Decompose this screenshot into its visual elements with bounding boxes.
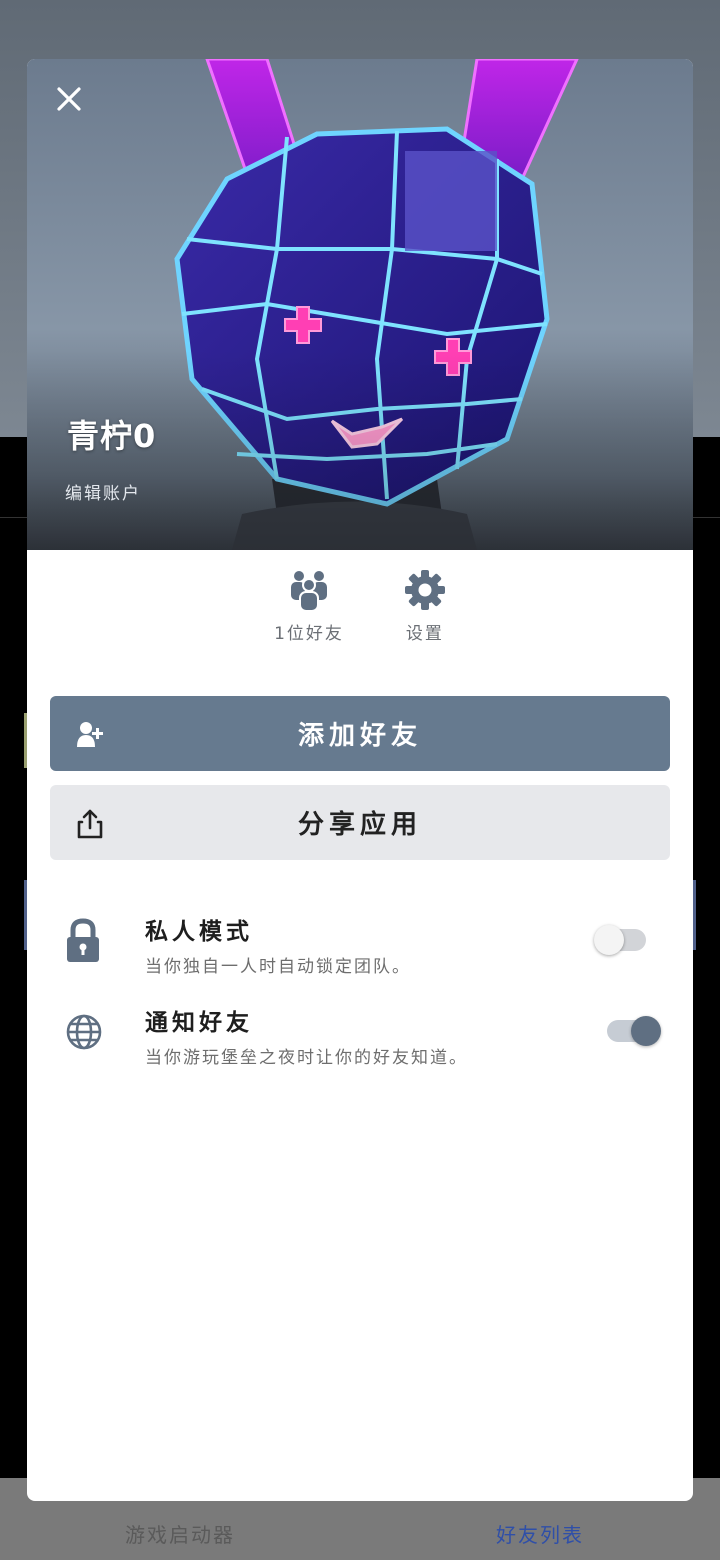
lock-icon (67, 918, 99, 962)
share-icon (77, 809, 103, 839)
setting-private-mode: 私人模式 当你独自一人时自动锁定团队。 (27, 912, 693, 992)
private-mode-title: 私人模式 (145, 919, 253, 945)
account-modal: 青柠0 编辑账户 1位好友 设置 添加好友 分享应用 私人模式 当你独自一人时自… (27, 59, 693, 1501)
close-button[interactable] (49, 79, 89, 119)
private-mode-description: 当你独自一人时自动锁定团队。 (145, 957, 411, 977)
friends-icon (290, 571, 327, 611)
settings-label: 设置 (405, 624, 444, 644)
setting-notify-friends: 通知好友 当你游玩堡垒之夜时让你的好友知道。 (27, 1003, 693, 1083)
quick-actions: 1位好友 设置 (27, 569, 693, 644)
friends-count-button[interactable]: 1位好友 (274, 569, 344, 644)
globe-icon (66, 1014, 102, 1050)
notify-friends-toggle[interactable] (607, 1016, 661, 1046)
username: 青柠0 (67, 417, 157, 455)
nav-item-label: 好友列表 (496, 1523, 584, 1547)
private-mode-toggle[interactable] (594, 925, 646, 955)
add-person-icon (77, 722, 103, 747)
settings-button[interactable]: 设置 (404, 569, 446, 644)
add-friend-label: 添加好友 (297, 721, 422, 751)
friends-count-label: 1位好友 (274, 624, 344, 644)
close-icon (57, 87, 81, 111)
notify-friends-description: 当你游玩堡垒之夜时让你的好友知道。 (145, 1048, 468, 1068)
edit-account-link[interactable]: 编辑账户 (65, 479, 141, 504)
nav-item-label: 游戏启动器 (125, 1523, 235, 1547)
share-app-button[interactable]: 分享应用 (50, 785, 670, 860)
hero-banner: 青柠0 编辑账户 (27, 59, 693, 550)
notify-friends-title: 通知好友 (145, 1010, 253, 1036)
toggle-knob (631, 1016, 661, 1046)
add-friend-button[interactable]: 添加好友 (50, 696, 670, 771)
gear-icon (404, 570, 445, 610)
toggle-knob (594, 925, 624, 955)
share-app-label: 分享应用 (297, 810, 422, 840)
